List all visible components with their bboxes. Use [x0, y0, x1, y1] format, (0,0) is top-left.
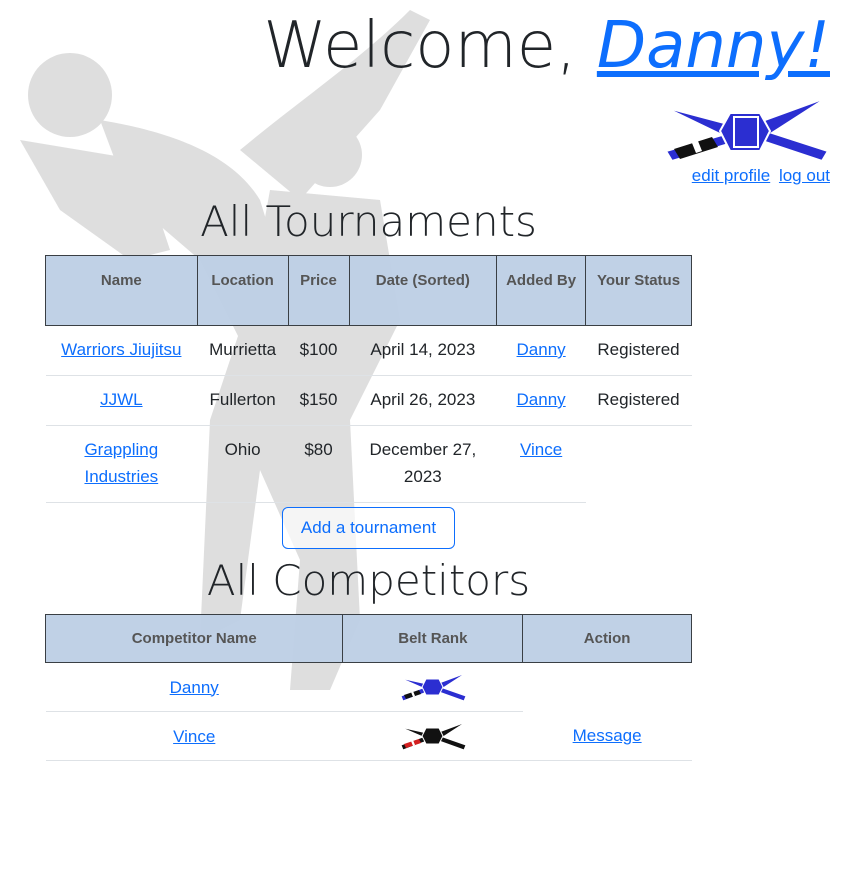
- competitors-table: Competitor Name Belt Rank Action Danny V…: [44, 614, 692, 761]
- column-header-belt-rank: Belt Rank: [342, 614, 524, 663]
- edit-profile-link[interactable]: edit profile: [692, 166, 770, 185]
- added-by-link[interactable]: Danny: [517, 340, 566, 359]
- tournament-date: December 27, 2023: [349, 425, 497, 503]
- column-header-status: Your Status: [585, 255, 692, 326]
- black-belt-icon: [399, 721, 467, 751]
- tournament-status: Registered: [585, 375, 692, 426]
- welcome-heading: Welcome, Danny!: [263, 4, 830, 88]
- competitor-name-link[interactable]: Vince: [173, 727, 215, 746]
- table-row: Grappling Industries Ohio $80 December 2…: [45, 425, 692, 503]
- competitor-action: [523, 663, 692, 712]
- tournament-date: April 14, 2023: [349, 325, 497, 376]
- column-header-action: Action: [522, 614, 692, 663]
- tournament-status: Registered: [585, 325, 692, 376]
- tournament-name-link[interactable]: Warriors Jiujitsu: [61, 340, 181, 359]
- competitor-name-link[interactable]: Danny: [170, 678, 219, 697]
- tournament-date: April 26, 2023: [349, 375, 497, 426]
- tournament-price: $80: [288, 425, 349, 503]
- column-header-competitor-name: Competitor Name: [44, 614, 344, 663]
- tournament-price: $100: [288, 325, 349, 376]
- column-header-name: Name: [45, 255, 198, 326]
- tournaments-header-row: Name Location Price Date (Sorted) Added …: [45, 255, 692, 326]
- tournament-status: [586, 426, 692, 503]
- tournament-name-link[interactable]: Grappling Industries: [84, 440, 158, 486]
- competitors-header-row: Competitor Name Belt Rank Action: [44, 614, 692, 663]
- added-by-link[interactable]: Danny: [517, 390, 566, 409]
- profile-links: edit profile log out: [688, 166, 830, 186]
- tournament-location: Ohio: [197, 425, 289, 503]
- column-header-location: Location: [196, 255, 289, 326]
- competitors-title: All Competitors: [206, 556, 531, 605]
- added-by-link[interactable]: Vince: [520, 440, 562, 459]
- column-header-added-by: Added By: [496, 255, 587, 326]
- tournament-location: Murrietta: [197, 325, 289, 376]
- blue-belt-icon: [663, 96, 830, 163]
- username-link[interactable]: Danny!: [597, 9, 830, 83]
- column-header-price: Price: [287, 255, 350, 326]
- tournament-location: Fullerton: [197, 375, 289, 426]
- table-row: Warriors Jiujitsu Murrietta $100 April 1…: [45, 325, 692, 376]
- table-row: Vince Message: [45, 711, 692, 761]
- tournament-price: $150: [288, 375, 349, 426]
- add-tournament-button[interactable]: Add a tournament: [282, 507, 455, 549]
- table-row: Danny: [45, 662, 692, 712]
- message-link[interactable]: Message: [573, 726, 642, 745]
- table-row: JJWL Fullerton $150 April 26, 2023 Danny…: [45, 375, 692, 426]
- welcome-prefix: Welcome,: [263, 9, 597, 83]
- tournaments-table: Name Location Price Date (Sorted) Added …: [45, 255, 692, 503]
- tournament-name-link[interactable]: JJWL: [100, 390, 143, 409]
- column-header-date: Date (Sorted): [348, 255, 498, 326]
- blue-belt-icon: [399, 672, 467, 702]
- tournaments-title: All Tournaments: [200, 197, 537, 246]
- log-out-link[interactable]: log out: [779, 166, 830, 185]
